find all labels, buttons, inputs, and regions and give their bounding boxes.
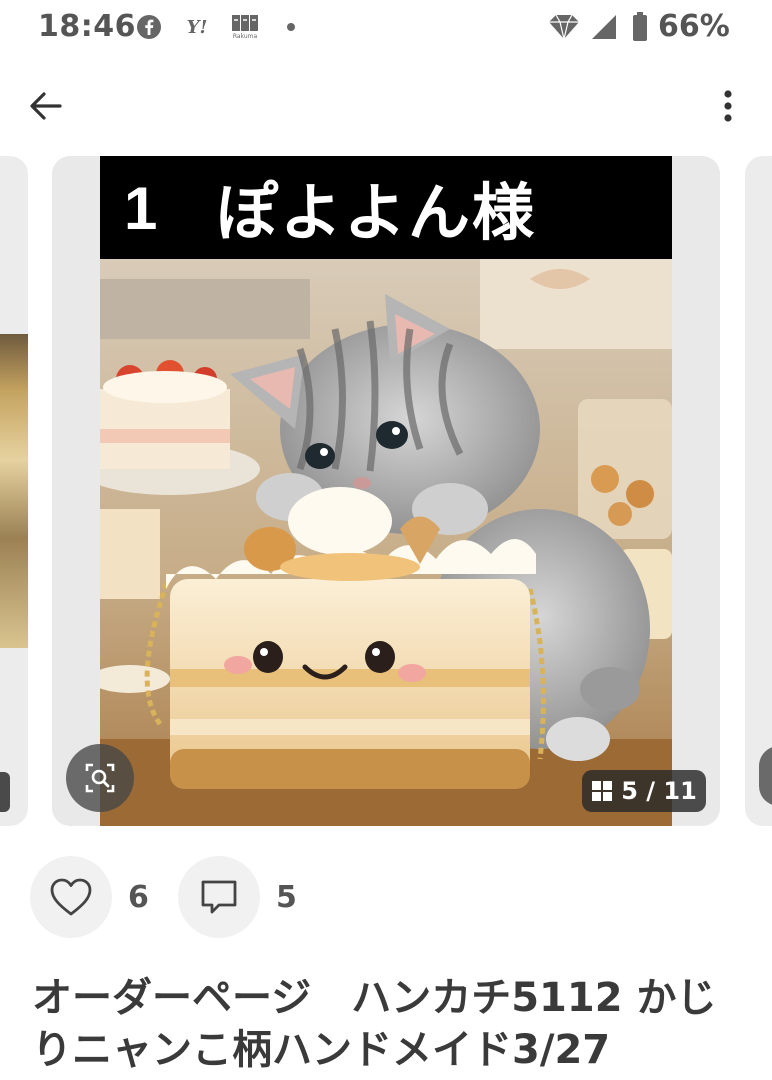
grid-icon	[592, 781, 613, 801]
item-detail-screen: 18:46 Y! Rakuma 66% 1 ぽよよん様 5 / 11 6 5 オ…	[0, 0, 772, 1080]
kitten-cake-illustration	[100, 259, 672, 826]
image-search-icon	[85, 763, 115, 793]
previous-image-card[interactable]	[0, 156, 28, 826]
yahoo-icon: Y!	[186, 16, 208, 38]
back-button[interactable]	[22, 84, 70, 128]
previous-card-button	[0, 772, 10, 812]
image-carousel[interactable]: 1 ぽよよん様 5 / 11	[0, 156, 772, 828]
facebook-icon	[136, 12, 162, 42]
reactions-bar: 6 5	[0, 856, 772, 942]
current-image-card[interactable]: 1 ぽよよん様	[52, 156, 720, 826]
comment-icon	[201, 880, 237, 914]
rakuma-icon: Rakuma	[228, 12, 262, 42]
next-image-card[interactable]	[745, 156, 772, 826]
like-count: 6	[128, 880, 149, 915]
dot-icon	[284, 12, 298, 42]
battery-icon	[630, 12, 650, 42]
image-counter-text: 5 / 11	[621, 777, 697, 805]
banner-number: 1	[124, 175, 158, 242]
signal-icon	[588, 12, 618, 42]
item-title: オーダーページ ハンカチ5112 かじりニャンこ柄ハンドメイド3/27	[32, 975, 717, 1073]
comment-button[interactable]	[178, 856, 260, 938]
heart-icon	[50, 878, 92, 916]
more-vertical-icon	[724, 90, 732, 122]
image-counter-badge[interactable]: 5 / 11	[582, 770, 706, 812]
app-bar	[0, 70, 772, 142]
status-bar: 18:46 Y! Rakuma 66%	[0, 0, 772, 56]
photo-banner: 1 ぽよよん様	[100, 156, 672, 259]
diamond-icon	[546, 12, 582, 42]
image-search-button[interactable]	[66, 744, 134, 812]
like-button[interactable]	[30, 856, 112, 938]
product-photo[interactable]: 1 ぽよよん様	[100, 156, 672, 826]
banner-text: ぽよよん様	[216, 176, 537, 249]
rakuma-label: Rakuma	[232, 33, 258, 40]
more-options-button[interactable]	[706, 84, 750, 128]
battery-percent: 66%	[658, 9, 730, 44]
comment-count: 5	[276, 880, 297, 915]
previous-image-thumbnail	[0, 334, 28, 648]
arrow-left-icon	[30, 92, 62, 120]
next-card-button	[759, 746, 772, 806]
status-time: 18:46	[38, 9, 136, 44]
